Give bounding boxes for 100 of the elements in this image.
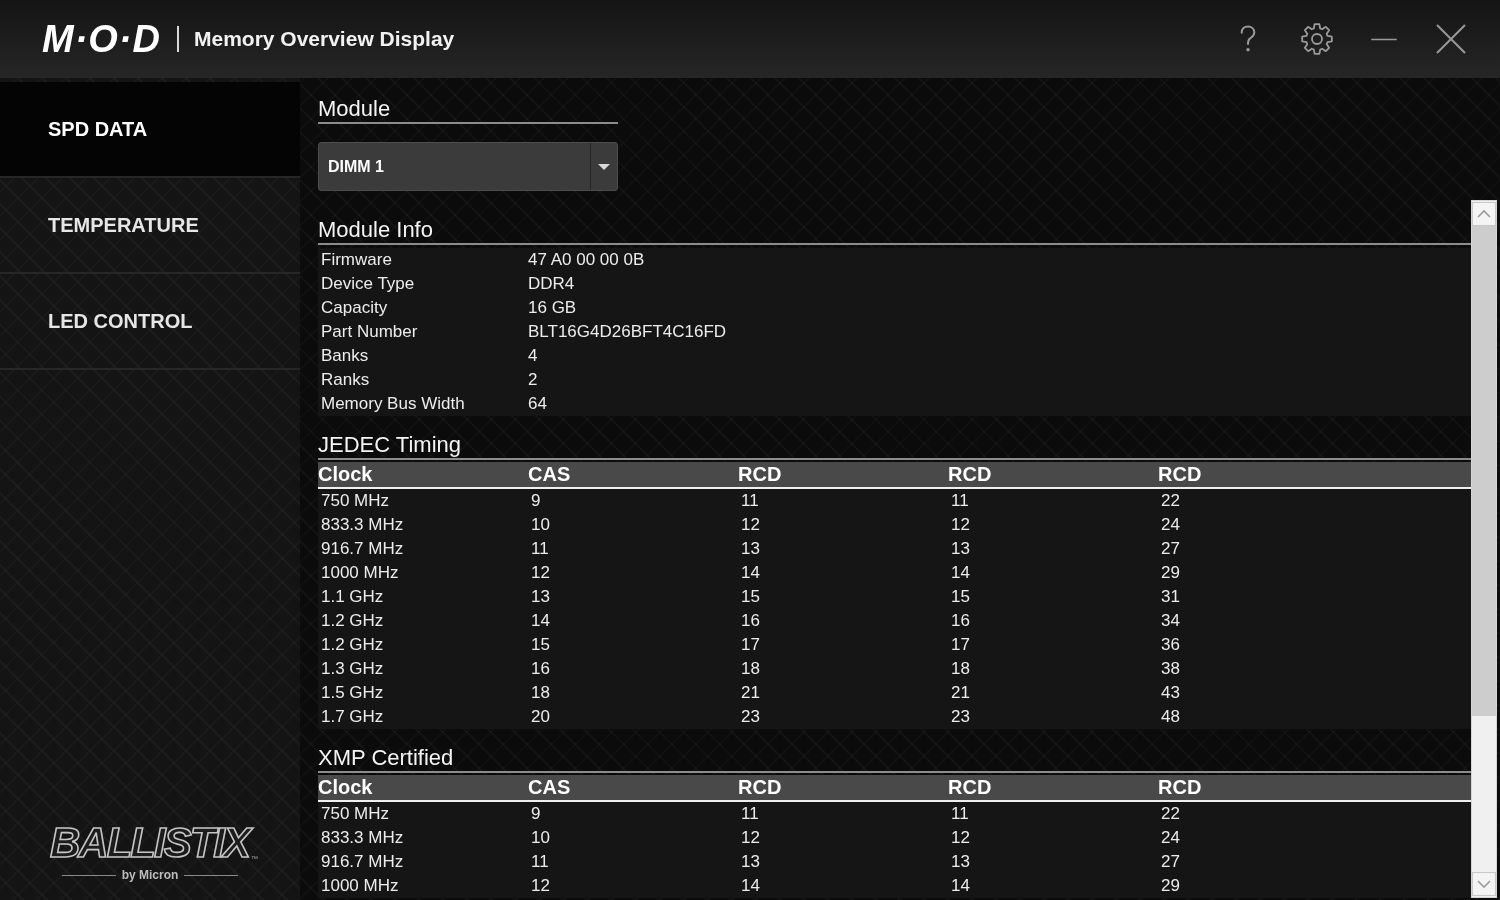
section-heading: XMP Certified: [318, 745, 1471, 773]
info-label: Banks: [320, 346, 370, 366]
table-cell-text: 750 MHz: [320, 804, 391, 824]
table-cell-text: 14: [740, 563, 761, 583]
info-label: Firmware: [320, 250, 393, 270]
table-cell-text: 22: [1160, 804, 1181, 824]
table-cell-text: 36: [1160, 635, 1181, 655]
table-cell-text: 13: [740, 852, 761, 872]
close-icon[interactable]: [1436, 24, 1466, 54]
section-heading: Module Info: [318, 217, 1471, 245]
column-header: CAS: [528, 775, 572, 800]
table-cell-text: 9: [530, 491, 542, 511]
table-cell-text: 15: [950, 587, 971, 607]
module-dropdown[interactable]: DIMM 1: [318, 142, 618, 191]
column-header: CAS: [528, 462, 572, 487]
table-cell-text: 11: [950, 491, 970, 511]
info-value: DDR4: [528, 274, 575, 294]
table-cell-text: 13: [950, 539, 971, 559]
table-cell-text: 24: [1160, 515, 1181, 535]
table-cell-text: 750 MHz: [320, 491, 391, 511]
table-cell-text: 1.7 GHz: [320, 707, 385, 727]
column-header: RCD: [948, 462, 993, 487]
table-cell-text: 22: [1160, 491, 1181, 511]
table-cell-text: 1.2 GHz: [320, 635, 385, 655]
info-value: 16 GB: [528, 298, 577, 318]
table-cell-text: 1000 MHz: [320, 876, 400, 896]
table-cell-text: 11: [740, 804, 760, 824]
table-cell-text: 12: [950, 828, 971, 848]
table-cell-text: 15: [530, 635, 551, 655]
info-value: 64: [528, 394, 547, 414]
sidebar-tab[interactable]: SPD DATA: [0, 82, 300, 178]
info-label: Device Type: [320, 274, 416, 294]
table-cell-text: 12: [950, 515, 971, 535]
app-logo: M·O·D: [42, 19, 161, 59]
section-heading: Module: [318, 96, 618, 124]
info-label: Capacity: [320, 298, 389, 318]
table-cell-text: 11: [530, 539, 550, 559]
table-cell-text: 1000 MHz: [320, 563, 400, 583]
table-cell-text: 1.5 GHz: [320, 683, 385, 703]
table-cell-text: 14: [950, 876, 971, 896]
table-cell-text: 13: [950, 852, 971, 872]
info-value: BLT16G4D26BFT4C16FD: [528, 322, 727, 342]
table-cell-text: 18: [950, 659, 971, 679]
info-value: 47 A0 00 00 0B: [528, 250, 645, 270]
column-header: Clock: [318, 775, 374, 800]
window-title: Memory Overview Display: [193, 27, 455, 51]
scrollbar-thumb[interactable]: [1472, 226, 1496, 716]
table-cell-text: 38: [1160, 659, 1181, 679]
table-cell-text: 23: [950, 707, 971, 727]
table-cell-text: 14: [950, 563, 971, 583]
table-cell-text: 13: [740, 539, 761, 559]
table-cell-text: 16: [530, 659, 551, 679]
info-value: 2: [528, 370, 538, 390]
brand-byline: by Micron: [121, 868, 179, 882]
table-cell-text: 916.7 MHz: [320, 852, 405, 872]
table-cell-text: 1.2 GHz: [320, 611, 385, 631]
table-cell-text: 14: [530, 611, 551, 631]
table-cell-text: 21: [740, 683, 761, 703]
table-cell-text: 24: [1160, 828, 1181, 848]
table-cell-text: 1.3 GHz: [320, 659, 385, 679]
table-cell-text: 34: [1160, 611, 1181, 631]
table-cell-text: 9: [530, 804, 542, 824]
table-cell-text: 48: [1160, 707, 1181, 727]
table-cell-text: 27: [1160, 539, 1181, 559]
table-cell-text: 18: [740, 659, 761, 679]
table-cell-text: 31: [1160, 587, 1181, 607]
table-cell-text: 20: [530, 707, 551, 727]
scrollbar[interactable]: [1471, 200, 1497, 898]
table-cell-text: 15: [740, 587, 761, 607]
section-heading: JEDEC Timing: [318, 432, 1471, 460]
info-label: Ranks: [320, 370, 371, 390]
table-cell-text: 12: [530, 876, 551, 896]
table-cell-text: 16: [740, 611, 761, 631]
table-cell-text: 10: [530, 515, 551, 535]
table-cell-text: 11: [740, 491, 760, 511]
column-header: RCD: [948, 775, 993, 800]
table-cell-text: 29: [1160, 563, 1181, 583]
help-icon[interactable]: [1239, 24, 1257, 54]
table-cell-text: 11: [950, 804, 970, 824]
caret-icon: [598, 163, 610, 170]
settings-icon[interactable]: [1300, 22, 1334, 56]
table-cell-text: 916.7 MHz: [320, 539, 405, 559]
info-label: Memory Bus Width: [320, 394, 466, 414]
table-cell-text: 43: [1160, 683, 1181, 703]
table-cell-text: 16: [950, 611, 971, 631]
column-header: Clock: [318, 462, 374, 487]
table-cell-text: 18: [530, 683, 551, 703]
table-cell-text: 1.1 GHz: [320, 587, 385, 607]
table-cell-text: 17: [740, 635, 761, 655]
table-cell-text: 13: [530, 587, 551, 607]
column-header: RCD: [1158, 462, 1203, 487]
table-cell-text: 17: [950, 635, 971, 655]
table-cell-text: 833.3 MHz: [320, 828, 405, 848]
table-cell-text: 12: [530, 563, 551, 583]
table-cell-text: 12: [740, 828, 761, 848]
column-header: RCD: [738, 462, 783, 487]
table-cell-text: 10: [530, 828, 551, 848]
info-label: Part Number: [320, 322, 419, 342]
info-value: 4: [528, 346, 538, 366]
table-cell-text: 12: [740, 515, 761, 535]
